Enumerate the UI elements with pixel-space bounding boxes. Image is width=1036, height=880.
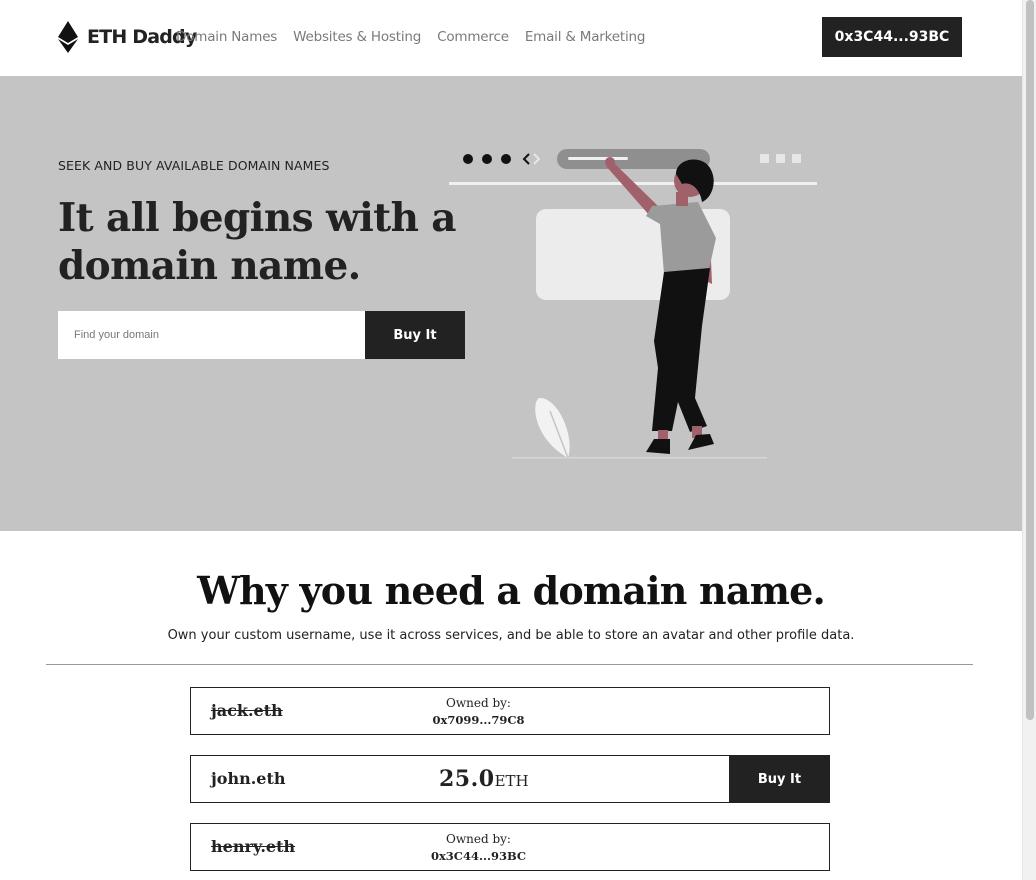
- domain-name: jack.eth: [211, 701, 283, 720]
- nav-link-email-marketing[interactable]: Email & Marketing: [525, 29, 646, 45]
- price-value: 25.0: [439, 766, 495, 792]
- why-section-subtitle: Own your custom username, use it across …: [167, 628, 855, 643]
- scrollbar-thumb[interactable]: [1026, 0, 1034, 720]
- domain-name: henry.eth: [211, 837, 296, 856]
- page-scrollbar[interactable]: [1022, 0, 1036, 880]
- nav-link-commerce[interactable]: Commerce: [437, 29, 509, 45]
- owner-address: 0x3C44...93BC: [430, 849, 527, 863]
- owned-by-label: Owned by:: [446, 696, 511, 710]
- domain-owner-info: Owned by: 0x7099...79C8: [421, 695, 536, 729]
- ethereum-icon: [58, 21, 78, 53]
- domain-name: john.eth: [211, 769, 286, 788]
- navbar: ETH Daddy Domain Names Websites & Hostin…: [0, 0, 1022, 76]
- domain-card-john: john.eth 25.0ETH Buy It: [190, 755, 830, 803]
- owner-address: 0x7099...79C8: [432, 713, 525, 727]
- domain-price: 25.0ETH: [439, 756, 529, 802]
- owned-by-label: Owned by:: [446, 832, 511, 846]
- nav-link-domain-names[interactable]: Domain Names: [176, 29, 277, 45]
- account-button[interactable]: 0x3C44...93BC: [822, 17, 962, 57]
- section-divider: [46, 664, 973, 665]
- domain-owner-info: Owned by: 0x3C44...93BC: [421, 831, 536, 865]
- why-section-title: Why you need a domain name.: [197, 568, 826, 613]
- price-unit: ETH: [494, 772, 529, 790]
- nav-link-websites-hosting[interactable]: Websites & Hosting: [293, 29, 421, 45]
- hero-illustration: [449, 149, 817, 459]
- nav-links: Domain Names Websites & Hosting Commerce…: [176, 29, 661, 45]
- domain-card-jack: jack.eth Owned by: 0x7099...79C8: [190, 687, 830, 735]
- domain-card-henry: henry.eth Owned by: 0x3C44...93BC: [190, 823, 830, 871]
- hero-eyebrow: SEEK AND BUY AVAILABLE DOMAIN NAMES: [58, 158, 330, 173]
- hero-title: It all begins with a domain name.: [58, 195, 457, 289]
- hero-section: SEEK AND BUY AVAILABLE DOMAIN NAMES It a…: [0, 76, 1022, 531]
- buy-domain-button[interactable]: Buy It: [729, 755, 830, 803]
- domain-search-input[interactable]: [58, 311, 365, 359]
